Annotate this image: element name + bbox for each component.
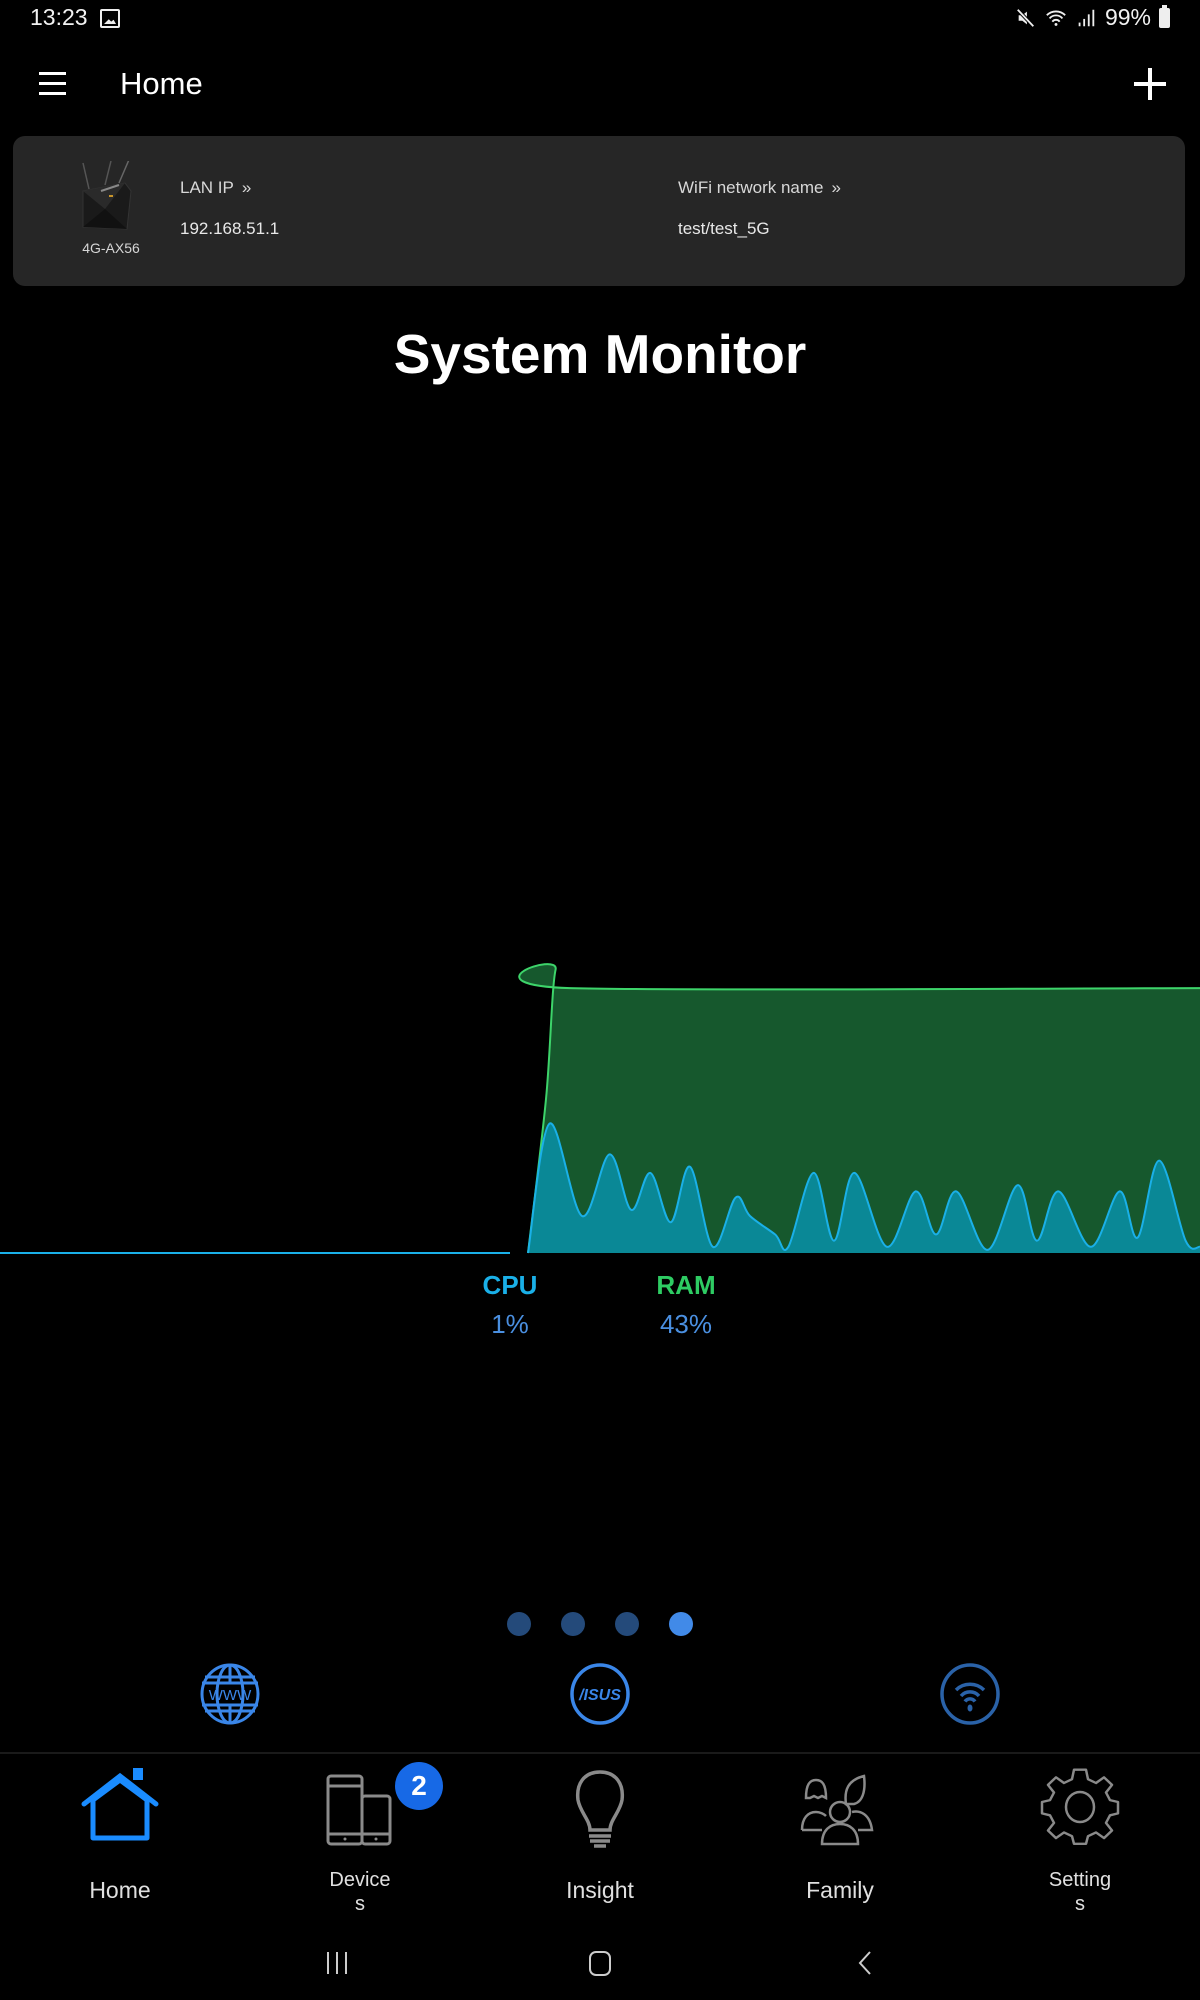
nav-family-label: Family — [806, 1877, 874, 1903]
system-monitor-chart — [0, 963, 1200, 1254]
wifi-icon — [1046, 10, 1066, 26]
menu-button[interactable] — [36, 70, 72, 100]
gear-icon — [1040, 1768, 1120, 1845]
battery-percent: 99% — [1104, 4, 1151, 30]
asus-text: /ISUS — [578, 1687, 621, 1704]
router-card[interactable]: 4G-AX56 LAN IP » 192.168.51.1 WiFi netwo… — [13, 136, 1185, 286]
wifi-name-value: test/test_5G — [678, 219, 770, 238]
wifi-name-link[interactable]: WiFi network name » test/test_5G — [678, 178, 841, 239]
nav-home[interactable]: Home — [20, 1754, 220, 1914]
wifi-dot — [967, 1704, 973, 1712]
nav-settings-label-line2: s — [1075, 1893, 1085, 1915]
ram-label: RAM — [656, 1270, 716, 1300]
app-bar: Home — [0, 40, 1200, 130]
hamburger-menu-icon — [39, 72, 66, 75]
lightbulb-icon — [575, 1770, 625, 1848]
asus-button[interactable]: /ISUS — [569, 1663, 631, 1725]
home-icon — [81, 1768, 159, 1841]
page-dot[interactable] — [615, 1612, 639, 1636]
wifi-button[interactable] — [939, 1663, 1001, 1725]
cpu-label: CPU — [482, 1270, 538, 1300]
home-circle-icon — [589, 1951, 611, 1976]
lan-ip-value: 192.168.51.1 — [180, 219, 280, 238]
nav-settings[interactable]: Setting s — [980, 1754, 1180, 1916]
www-text: WWW — [209, 1687, 252, 1704]
cpu-value: 1% — [491, 1309, 529, 1339]
nav-settings-label: Setting s — [980, 1868, 1180, 1916]
status-bar: 13:23 99% — [0, 0, 1200, 36]
system-home-button[interactable] — [580, 1942, 620, 1982]
router-image — [82, 161, 132, 230]
page-title: Home — [120, 66, 203, 101]
nav-settings-label-line1: Setting — [1048, 1869, 1112, 1891]
wifi-label-row: WiFi network name » — [678, 178, 841, 198]
nav-insight[interactable]: Insight — [500, 1754, 700, 1914]
status-icons: 99% — [1015, 4, 1170, 31]
nav-devices-label: Device s — [260, 1868, 460, 1916]
ram-value: 43% — [659, 1309, 713, 1339]
status-time: 13:23 — [30, 4, 88, 30]
lan-ip-label: LAN IP — [180, 178, 234, 197]
page-indicator — [0, 1612, 1200, 1636]
devices-count-badge: 2 — [395, 1762, 443, 1810]
gallery-icon — [100, 9, 120, 28]
back-button[interactable] — [844, 1942, 884, 1982]
nav-devices[interactable]: 2 Device s — [260, 1754, 460, 1916]
lan-ip-link[interactable]: LAN IP » 192.168.51.1 — [180, 178, 279, 239]
bottom-navigation: Home 2 Device s Insight Family Setting s — [0, 1752, 1200, 1916]
page-dot[interactable] — [561, 1612, 585, 1636]
nav-devices-label-line2: s — [355, 1893, 365, 1915]
hamburger-line — [39, 82, 66, 85]
system-monitor-title: System Monitor — [393, 323, 807, 385]
page-dot[interactable] — [507, 1612, 531, 1636]
double-chevron-right-icon: » — [831, 178, 841, 197]
double-chevron-right-icon: » — [241, 178, 252, 197]
system-navigation-bar — [0, 1920, 1200, 2000]
hamburger-line — [39, 92, 66, 95]
add-button[interactable] — [1130, 64, 1170, 104]
lan-ip-label-row: LAN IP » — [180, 178, 279, 198]
nav-family[interactable]: Family — [740, 1754, 940, 1914]
wifi-name-label: WiFi network name — [678, 178, 824, 197]
back-icon — [858, 1951, 871, 1975]
nav-insight-label: Insight — [566, 1877, 634, 1903]
battery-icon — [1159, 4, 1170, 28]
signal-icon — [1078, 9, 1095, 26]
family-icon — [800, 1774, 874, 1846]
legend-ram: RAM 43% — [626, 1270, 746, 1340]
nav-home-label: Home — [89, 1877, 151, 1903]
devices-icon — [326, 1774, 392, 1846]
recent-apps-button[interactable] — [317, 1942, 357, 1982]
nav-devices-label-line1: Device — [329, 1869, 391, 1891]
page-dot[interactable] — [669, 1612, 693, 1636]
recent-apps-icon — [327, 1952, 347, 1974]
legend-cpu: CPU 1% — [450, 1270, 570, 1340]
wifi-icon — [940, 1663, 1000, 1725]
internet-button[interactable]: WWW — [199, 1663, 261, 1725]
router-model: 4G-AX56 — [82, 240, 140, 256]
mute-icon — [1016, 7, 1035, 28]
